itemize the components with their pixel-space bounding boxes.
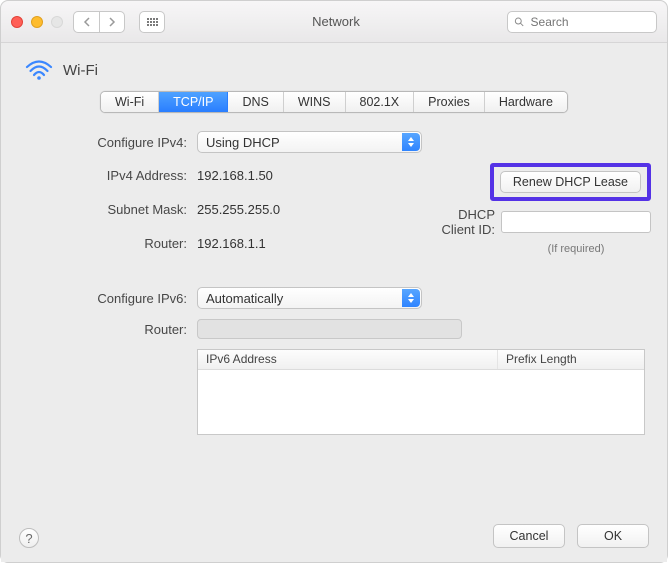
ipv4-address-label: IPv4 Address: — [17, 168, 187, 183]
ipv6-router-label: Router: — [17, 322, 187, 337]
forward-button[interactable] — [99, 11, 125, 33]
cancel-button[interactable]: Cancel — [493, 524, 565, 548]
close-window-button[interactable] — [11, 16, 23, 28]
dhcp-client-id-input[interactable] — [501, 211, 651, 233]
tab-dns[interactable]: DNS — [228, 92, 283, 112]
subnet-mask-value: 255.255.255.0 — [197, 202, 427, 217]
table-header: IPv6 Address Prefix Length — [198, 350, 644, 370]
tab-tcpip[interactable]: TCP/IP — [159, 92, 228, 112]
tab-proxies[interactable]: Proxies — [414, 92, 485, 112]
grid-icon — [147, 18, 158, 26]
help-button[interactable]: ? — [19, 528, 39, 548]
help-icon: ? — [25, 531, 32, 546]
window-controls — [11, 16, 63, 28]
ipv6-router-value — [197, 319, 462, 339]
ipv4-router-value: 192.168.1.1 — [197, 236, 427, 251]
content-area: Wi-Fi Wi-Fi TCP/IP DNS WINS 802.1X Proxi… — [1, 43, 667, 514]
highlight-box: Renew DHCP Lease — [490, 163, 651, 201]
subnet-mask-label: Subnet Mask: — [17, 202, 187, 217]
footer: ? Cancel OK — [1, 514, 667, 562]
tab-wifi[interactable]: Wi-Fi — [101, 92, 159, 112]
tab-wins[interactable]: WINS — [284, 92, 346, 112]
updown-arrows-icon — [402, 289, 420, 307]
tcpip-form: Configure IPv4: Using DHCP IPv4 Address:… — [17, 131, 651, 435]
configure-ipv6-select[interactable]: Automatically — [197, 287, 422, 309]
search-icon — [514, 16, 525, 28]
dhcp-client-id-label: DHCP Client ID: — [437, 207, 495, 237]
back-button[interactable] — [73, 11, 99, 33]
column-ipv6-address[interactable]: IPv6 Address — [198, 350, 498, 369]
ok-button[interactable]: OK — [577, 524, 649, 548]
wifi-icon — [25, 59, 53, 81]
updown-arrows-icon — [402, 133, 420, 151]
chevron-right-icon — [108, 17, 116, 27]
ipv6-address-table: IPv6 Address Prefix Length — [197, 349, 645, 435]
table-body — [198, 370, 644, 434]
search-field[interactable] — [507, 11, 657, 33]
dhcp-client-id-hint: (If required) — [501, 243, 651, 255]
ipv4-address-value: 192.168.1.50 — [197, 168, 427, 183]
search-input[interactable] — [531, 15, 650, 29]
renew-dhcp-lease-button[interactable]: Renew DHCP Lease — [500, 171, 641, 193]
tab-bar: Wi-Fi TCP/IP DNS WINS 802.1X Proxies Har… — [100, 91, 568, 113]
show-all-button[interactable] — [139, 11, 165, 33]
titlebar: Network — [1, 1, 667, 43]
interface-header: Wi-Fi — [25, 59, 651, 81]
column-prefix-length[interactable]: Prefix Length — [498, 350, 585, 369]
chevron-left-icon — [83, 17, 91, 27]
configure-ipv4-value: Using DHCP — [206, 135, 280, 150]
ipv4-router-label: Router: — [17, 236, 187, 251]
configure-ipv6-label: Configure IPv6: — [17, 291, 187, 306]
window-title: Network — [173, 14, 499, 29]
configure-ipv4-label: Configure IPv4: — [17, 135, 187, 150]
nav-buttons — [73, 11, 125, 33]
interface-name: Wi-Fi — [63, 62, 98, 79]
zoom-window-button — [51, 16, 63, 28]
minimize-window-button[interactable] — [31, 16, 43, 28]
configure-ipv4-select[interactable]: Using DHCP — [197, 131, 422, 153]
tab-hardware[interactable]: Hardware — [485, 92, 567, 112]
preferences-window: Network Wi-Fi Wi-Fi TCP/IP DNS WINS 802.… — [0, 0, 668, 563]
tab-8021x[interactable]: 802.1X — [346, 92, 415, 112]
configure-ipv6-value: Automatically — [206, 291, 283, 306]
